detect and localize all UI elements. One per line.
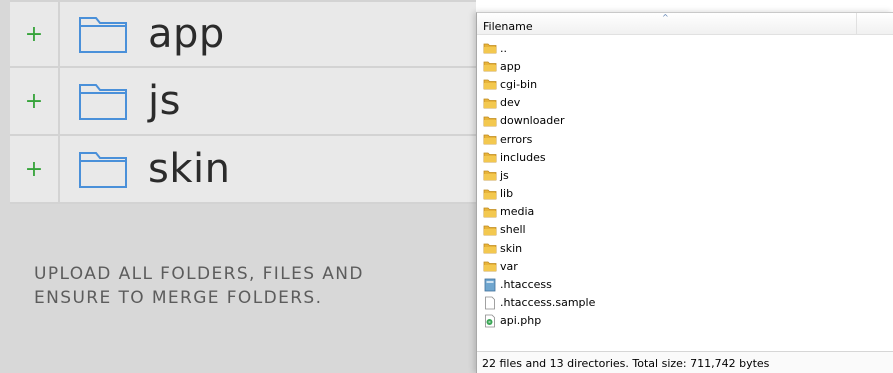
folder-icon [483, 77, 500, 91]
folder-row-js[interactable]: + js [10, 68, 476, 136]
column-header-row: ^ Filename [477, 13, 893, 35]
folder-icon [483, 187, 500, 201]
file-name: var [500, 259, 518, 273]
file-row[interactable]: .. [483, 39, 863, 57]
file-row[interactable]: downloader [483, 112, 863, 130]
left-panel: + app + js + skin UPLOAD ALL FOLDERS, FI… [0, 0, 476, 373]
file-row[interactable]: app [483, 57, 863, 75]
folder-label: js [148, 78, 181, 124]
file-row[interactable]: media [483, 203, 863, 221]
htaccess-file-icon [483, 278, 500, 292]
sort-ascending-icon: ^ [662, 13, 669, 22]
folder-icon [483, 168, 500, 182]
folder-icon [483, 259, 500, 273]
folder-icon [483, 114, 500, 128]
folder-label: app [148, 11, 225, 57]
file-name: .. [500, 41, 507, 55]
folder-icon [483, 150, 500, 164]
folder-label: skin [148, 146, 231, 192]
folder-icon [483, 223, 500, 237]
file-name: lib [500, 187, 514, 201]
filename-header-label: Filename [483, 20, 533, 33]
file-name: skin [500, 241, 523, 255]
file-name: includes [500, 150, 546, 164]
file-row[interactable]: .htaccess.sample [483, 294, 863, 312]
folder-icon [483, 132, 500, 146]
file-name: api.php [500, 314, 542, 328]
folder-row-app[interactable]: + app [10, 0, 476, 68]
folder-outline-icon [79, 152, 127, 188]
folder-icon [483, 241, 500, 255]
expand-plus-icon[interactable]: + [10, 2, 60, 66]
file-name: shell [500, 223, 526, 237]
blank-file-icon [483, 296, 500, 310]
file-row[interactable]: includes [483, 148, 863, 166]
instructions-text: UPLOAD ALL FOLDERS, FILES AND ENSURE TO … [34, 262, 454, 310]
status-bar: 22 files and 13 directories. Total size:… [477, 351, 893, 373]
folder-icon [483, 59, 500, 73]
file-row[interactable]: lib [483, 185, 863, 203]
file-name: media [500, 205, 535, 219]
file-name: downloader [500, 114, 565, 128]
file-name: dev [500, 96, 521, 110]
folder-outline-icon [79, 17, 127, 53]
file-row[interactable]: dev [483, 94, 863, 112]
folder-outline-icon [79, 84, 127, 120]
file-row[interactable]: shell [483, 221, 863, 239]
file-row[interactable]: var [483, 257, 863, 275]
instructions-line-2: ENSURE TO MERGE FOLDERS. [34, 288, 323, 308]
file-row[interactable]: js [483, 166, 863, 184]
file-browser-window: ^ Filename .. app cgi-bin dev downloader erro… [476, 12, 893, 373]
file-name: cgi-bin [500, 77, 538, 91]
folder-icon [483, 41, 500, 55]
filename-column-header[interactable]: ^ Filename [477, 13, 857, 34]
folder-icon [483, 96, 500, 110]
file-name: errors [500, 132, 533, 146]
file-list: .. app cgi-bin dev downloader errors includes j… [483, 39, 863, 330]
file-row[interactable]: cgi-bin [483, 75, 863, 93]
instructions-line-1: UPLOAD ALL FOLDERS, FILES AND [34, 264, 364, 284]
expand-plus-icon[interactable]: + [10, 136, 60, 202]
php-file-icon [483, 314, 500, 328]
file-row[interactable]: .htaccess [483, 275, 863, 293]
folder-row-skin[interactable]: + skin [10, 136, 476, 204]
status-text: 22 files and 13 directories. Total size:… [482, 357, 770, 370]
file-name: js [500, 168, 509, 182]
file-row[interactable]: errors [483, 130, 863, 148]
folder-list: + app + js + skin [10, 0, 476, 204]
expand-plus-icon[interactable]: + [10, 68, 60, 134]
file-name: .htaccess [500, 278, 552, 292]
file-row[interactable]: skin [483, 239, 863, 257]
folder-icon [483, 205, 500, 219]
file-row[interactable]: api.php [483, 312, 863, 330]
file-name: app [500, 59, 521, 73]
file-name: .htaccess.sample [500, 296, 596, 310]
